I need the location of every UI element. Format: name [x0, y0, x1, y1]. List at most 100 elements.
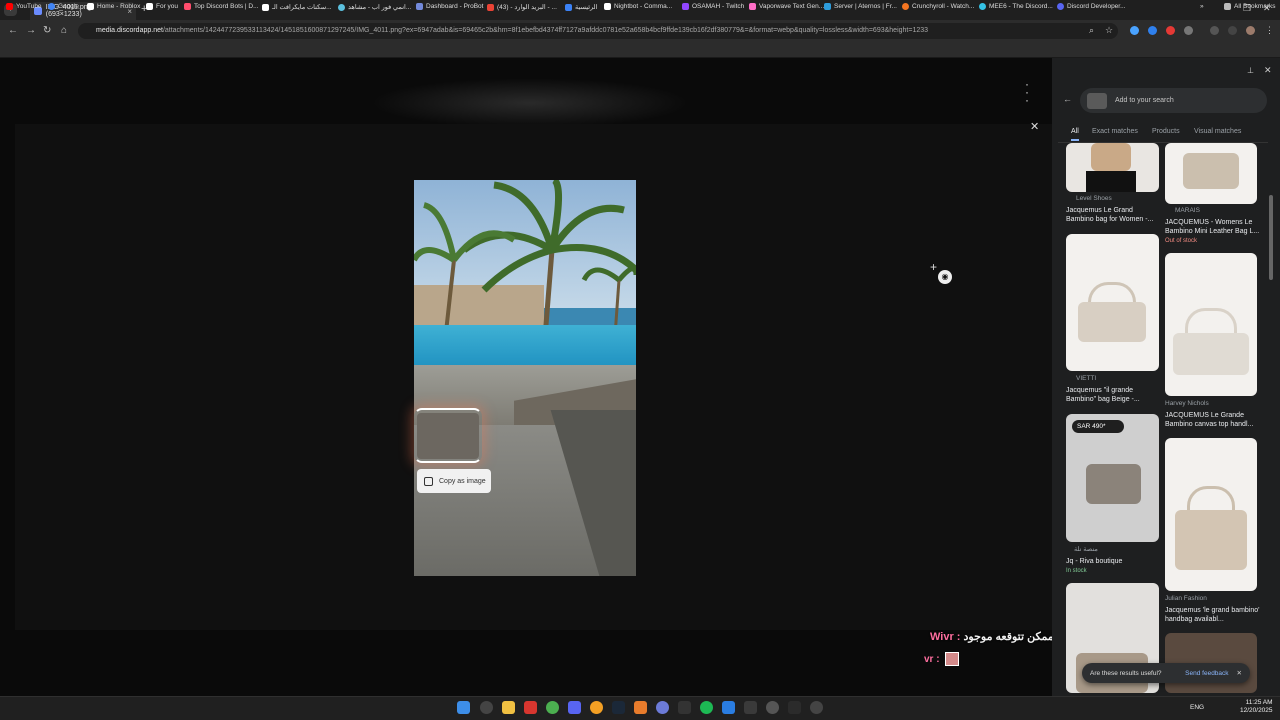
result-source: VIETTI — [1076, 375, 1097, 382]
result-image[interactable] — [1066, 143, 1159, 192]
app-icon[interactable] — [524, 701, 537, 714]
result-title[interactable]: Jacquemus Le Grand Bambino bag for Women… — [1066, 206, 1161, 224]
chat-avatar — [945, 652, 959, 666]
reload-icon[interactable]: ↻ — [43, 25, 51, 36]
result-title[interactable]: Jacquemus "il grande Bambino" bag Beige … — [1066, 386, 1161, 404]
bookmark-label: Dashboard - ProBot — [426, 3, 484, 10]
app-icon[interactable] — [722, 701, 735, 714]
search-thumbnail — [1087, 92, 1107, 109]
pool-photo[interactable] — [414, 180, 636, 576]
side-back-icon[interactable]: ← — [1063, 94, 1072, 104]
app-icon[interactable] — [590, 701, 603, 714]
result-image[interactable] — [1165, 438, 1257, 591]
search-icon[interactable]: ⌕ — [1089, 25, 1094, 36]
bookmark-label: Top Discord Bots | D... — [194, 3, 259, 10]
mail-icon — [487, 3, 494, 11]
result-title[interactable]: Jacquemus 'le grand bambino' handbag ava… — [1165, 606, 1260, 624]
app-icon[interactable] — [744, 701, 757, 714]
bookmark-vaporwave[interactable]: Vaporwave Text Gen... — [749, 3, 824, 10]
app-icon[interactable] — [656, 701, 669, 714]
result-image[interactable] — [1165, 143, 1257, 204]
result-image[interactable] — [1066, 234, 1159, 371]
windows-start-icon[interactable] — [457, 701, 470, 714]
result-source: منصة نلة — [1074, 546, 1098, 553]
bookmark-youtube[interactable]: YouTube — [6, 3, 42, 10]
side-panel-close-icon[interactable]: ✕ — [1264, 65, 1272, 76]
lens-selection-box[interactable] — [414, 408, 482, 463]
feedback-close-icon[interactable]: ✕ — [1237, 669, 1242, 677]
bookmark-discord-dev[interactable]: Discord Developer... — [1057, 3, 1126, 10]
file-explorer-icon[interactable] — [502, 701, 515, 714]
copy-icon — [424, 476, 433, 486]
chrome-icon[interactable] — [546, 701, 559, 714]
result-source: Julian Fashion — [1165, 595, 1207, 602]
url-path: /attachments/1424477239533113424/1451851… — [162, 27, 929, 34]
bookmark-mail[interactable]: (43) - البريد الوارد - ... — [487, 3, 557, 11]
spotify-icon[interactable] — [700, 701, 713, 714]
bookmark-roblox[interactable]: Home - Roblox — [87, 3, 140, 10]
mee6-icon — [979, 3, 986, 10]
bookmark-nightbot[interactable]: Nightbot - Comma... — [604, 3, 672, 10]
forward-icon[interactable]: → — [26, 25, 36, 36]
capcut-icon[interactable] — [788, 701, 801, 714]
bookmark-google[interactable]: Google — [48, 3, 79, 10]
price-badge: SAR 490* — [1072, 420, 1124, 433]
bookmark-star-icon[interactable]: ☆ — [1105, 25, 1113, 36]
bookmark-home[interactable]: الرئيسية — [565, 3, 597, 11]
bookmarks-overflow-icon[interactable]: » — [1200, 3, 1204, 10]
tab-visual-matches[interactable]: Visual matches — [1194, 128, 1241, 135]
copy-as-image-button[interactable]: Copy as image — [417, 469, 491, 493]
extension-icon[interactable] — [1166, 26, 1175, 35]
bookmark-x[interactable]: For you — [146, 3, 178, 10]
tab-products[interactable]: Products — [1152, 128, 1180, 135]
bookmark-probot[interactable]: Dashboard - ProBot — [416, 3, 483, 10]
url-domain: media.discordapp.net — [96, 27, 163, 34]
bookmark-minecraft-skins[interactable]: سكنات مايكرافت الـ... — [262, 3, 332, 11]
pin-icon[interactable]: ⊥ — [1247, 66, 1254, 75]
language-indicator[interactable]: ENG — [1190, 704, 1204, 711]
extension-icon[interactable] — [1130, 26, 1139, 35]
search-taskbar-icon[interactable] — [480, 701, 493, 714]
clock-date: 12/20/2025 — [1240, 707, 1273, 714]
google-icon — [48, 3, 55, 10]
stock-status: In stock — [1066, 568, 1087, 574]
result-title[interactable]: JACQUEMUS - Womens Le Bambino Mini Leath… — [1165, 218, 1260, 236]
bookmark-mee6[interactable]: MEE6 - The Discord... — [979, 3, 1053, 10]
system-clock[interactable]: 11:25 AM 12/20/2025 — [1240, 699, 1273, 715]
downloads-icon[interactable] — [1228, 26, 1237, 35]
app-icon[interactable] — [766, 701, 779, 714]
close-lens-overlay-icon[interactable]: ✕ — [1030, 120, 1039, 133]
stream-chat-user: vr : — [924, 654, 940, 665]
bookmark-aternos[interactable]: Server | Aternos | Fr... — [824, 3, 897, 10]
extension-icon[interactable] — [1148, 26, 1157, 35]
bookmark-twitch[interactable]: OSAMAH - Twitch — [682, 3, 744, 10]
app-icon[interactable] — [810, 701, 823, 714]
app-icon[interactable] — [634, 701, 647, 714]
tab-all[interactable]: All — [1071, 128, 1079, 141]
result-title[interactable]: Jq - Riva boutique — [1066, 557, 1161, 566]
result-title[interactable]: JACQUEMUS Le Grande Bambino canvas top h… — [1165, 411, 1260, 429]
extensions-puzzle-icon[interactable] — [1184, 26, 1193, 35]
side-panel-scrollbar[interactable] — [1269, 195, 1273, 280]
discord-taskbar-icon[interactable] — [568, 701, 581, 714]
result-image[interactable] — [1066, 414, 1159, 542]
send-feedback-button[interactable]: Send feedback — [1185, 670, 1228, 677]
tab-exact-matches[interactable]: Exact matches — [1092, 128, 1138, 135]
bookmark-anime[interactable]: انمي فور اب - مشاهد... — [338, 3, 411, 11]
all-bookmarks-button[interactable]: All Bookmarks — [1224, 3, 1276, 10]
more-options-icon[interactable]: · · · — [1025, 78, 1029, 106]
address-bar[interactable]: media.discordapp.net/attachments/1424477… — [78, 23, 1118, 39]
steam-icon[interactable] — [612, 701, 625, 714]
anime-icon — [338, 3, 345, 11]
home-icon[interactable]: ⌂ — [61, 25, 67, 36]
google-lens-icon[interactable] — [1210, 26, 1219, 35]
result-image[interactable] — [1165, 253, 1257, 396]
profile-avatar[interactable] — [1246, 26, 1255, 35]
back-icon[interactable]: ← — [8, 25, 18, 36]
result-source: Level Shoes — [1076, 195, 1112, 202]
app-icon[interactable] — [678, 701, 691, 714]
lens-search-input[interactable]: Add to your search — [1080, 88, 1267, 113]
bookmark-crunchyroll[interactable]: Crunchyroll - Watch... — [902, 3, 974, 10]
bookmark-top-discord-bots[interactable]: Top Discord Bots | D... — [184, 3, 259, 10]
menu-icon[interactable]: ⋮ — [1265, 25, 1274, 36]
